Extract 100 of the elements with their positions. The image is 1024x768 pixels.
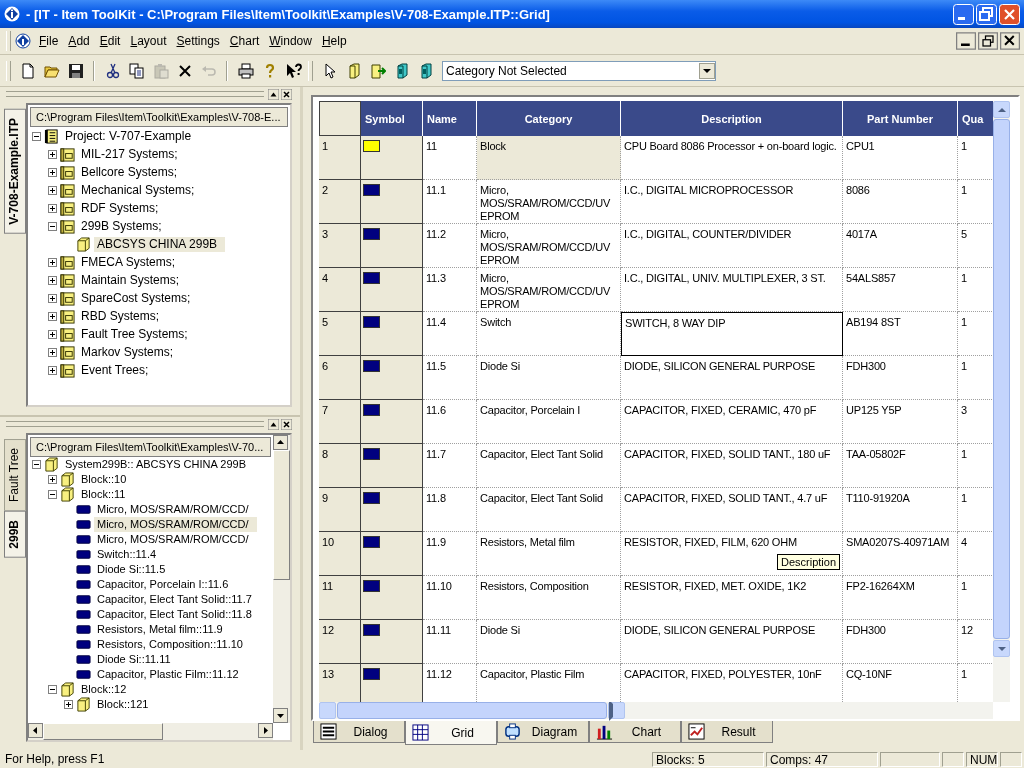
expand-icon[interactable] bbox=[48, 347, 57, 357]
tree-item[interactable]: Micro, MOS/SRAM/ROM/CCD/ bbox=[94, 517, 257, 532]
tree-item[interactable]: Diode Si::11.5 bbox=[94, 562, 169, 577]
view-tab[interactable]: Chart bbox=[589, 721, 681, 743]
tree-item[interactable]: Switch::11.4 bbox=[94, 547, 160, 562]
menu-item[interactable]: Help bbox=[316, 32, 352, 50]
tree-item[interactable]: Micro, MOS/SRAM/ROM/CCD/ bbox=[94, 532, 252, 547]
table-cell: UP125 Y5P bbox=[843, 400, 958, 444]
tree-item[interactable]: Bellcore Systems; bbox=[78, 164, 181, 180]
tree-item[interactable]: Resistors, Composition::11.10 bbox=[94, 637, 246, 652]
status-panel bbox=[942, 751, 964, 767]
menu-item[interactable]: Chart bbox=[224, 32, 265, 50]
tree-item[interactable]: RDF Systems; bbox=[78, 200, 162, 216]
side-tab[interactable]: Fault Tree bbox=[4, 439, 26, 512]
path-header[interactable]: C:\Program Files\Item\Toolkit\Examples\V-708-E... bbox=[30, 107, 288, 127]
horizontal-scrollbar[interactable] bbox=[28, 723, 273, 740]
horizontal-scrollbar[interactable] bbox=[319, 702, 993, 719]
table-cell: T110-91920A bbox=[843, 488, 958, 532]
expand-icon[interactable] bbox=[48, 311, 57, 321]
menu-item[interactable]: Settings bbox=[171, 32, 225, 50]
table-cell: Capacitor, Elect Tant Solid bbox=[477, 444, 621, 488]
expand-icon[interactable] bbox=[48, 275, 57, 285]
expand-icon[interactable] bbox=[64, 700, 73, 709]
tree-item[interactable]: MIL-217 Systems; bbox=[78, 146, 181, 162]
tree-item[interactable]: 299B Systems; bbox=[78, 218, 165, 234]
tree-item[interactable]: Capacitor, Porcelain I::11.6 bbox=[94, 577, 232, 592]
close-icon[interactable] bbox=[281, 88, 292, 100]
column-header: Part Number bbox=[843, 101, 958, 136]
expand-icon[interactable] bbox=[48, 203, 57, 213]
menu-item[interactable]: Edit bbox=[94, 32, 126, 50]
table-cell: Block bbox=[477, 136, 621, 180]
side-tab[interactable]: V-708-Example.ITP bbox=[4, 109, 26, 234]
close-icon[interactable] bbox=[1000, 32, 1020, 50]
expand-icon[interactable] bbox=[48, 293, 57, 303]
menu-item[interactable]: Layout bbox=[125, 32, 172, 50]
tree-item[interactable]: Fault Tree Systems; bbox=[78, 326, 191, 342]
tree-item[interactable]: Capacitor, Elect Tant Solid::11.7 bbox=[94, 592, 255, 607]
notebook-icon bbox=[44, 128, 59, 144]
path-header[interactable]: C:\Program Files\Item\Toolkit\Examples\V-70... bbox=[30, 437, 271, 457]
scroll-thumb[interactable] bbox=[337, 702, 607, 719]
minimize-icon[interactable] bbox=[956, 32, 976, 50]
expand-icon[interactable] bbox=[48, 185, 57, 195]
category-dropdown[interactable]: Category Not Selected bbox=[442, 60, 716, 81]
table-cell: CPU Board 8086 Processor + on-board logic. bbox=[621, 136, 843, 180]
tree-item[interactable]: Diode Si::11.11 bbox=[94, 652, 174, 667]
tree-item[interactable]: Block::121 bbox=[94, 697, 152, 712]
drawer-icon bbox=[60, 308, 75, 324]
expand-icon[interactable] bbox=[48, 329, 57, 339]
expand-icon[interactable] bbox=[48, 475, 57, 484]
tree-item[interactable]: Block::10 bbox=[78, 472, 130, 487]
table-cell: I.C., DIGITAL, COUNTER/DIVIDER bbox=[621, 224, 843, 268]
tree-item[interactable]: Block::11 bbox=[78, 487, 129, 502]
view-tab[interactable]: Diagram bbox=[497, 721, 589, 743]
table-cell: 11.1 bbox=[423, 180, 477, 224]
tree-item[interactable]: Micro, MOS/SRAM/ROM/CCD/ bbox=[94, 502, 252, 517]
tree-item[interactable]: Project: V-707-Example bbox=[62, 128, 195, 144]
tree-item[interactable]: Markov Systems; bbox=[78, 344, 176, 360]
table-cell: CAPACITOR, FIXED, CERAMIC, 470 pF bbox=[621, 400, 843, 444]
context-help-icon bbox=[285, 62, 302, 79]
expand-icon[interactable] bbox=[48, 149, 57, 159]
vertical-scrollbar[interactable] bbox=[273, 435, 290, 723]
tree-item[interactable]: Event Trees; bbox=[78, 362, 152, 378]
table-cell: Capacitor, Porcelain I bbox=[477, 400, 621, 444]
tree-item[interactable]: ABCSYS CHINA 299B bbox=[94, 236, 226, 252]
expand-icon[interactable] bbox=[48, 257, 57, 267]
collapse-icon[interactable] bbox=[32, 460, 41, 469]
result-icon bbox=[688, 723, 705, 740]
collapse-icon[interactable] bbox=[48, 685, 57, 694]
expand-icon[interactable] bbox=[48, 167, 57, 177]
tree-item[interactable]: Maintain Systems; bbox=[78, 272, 183, 288]
side-tab[interactable]: 299B bbox=[4, 511, 26, 558]
tree-item[interactable]: Block::12 bbox=[78, 682, 130, 697]
tree-item[interactable]: Mechanical Systems; bbox=[78, 182, 198, 198]
menu-item[interactable]: Add bbox=[63, 32, 95, 50]
view-tab[interactable]: Grid bbox=[405, 721, 497, 745]
status-panel bbox=[880, 751, 940, 767]
table-cell: TAA-05802F bbox=[843, 444, 958, 488]
tree-item[interactable]: Capacitor, Plastic Film::11.12 bbox=[94, 667, 242, 682]
copy-icon bbox=[128, 62, 145, 79]
menu-item[interactable]: File bbox=[34, 32, 64, 50]
drawer-icon bbox=[60, 146, 75, 162]
tree-item[interactable]: Resistors, Metal film::11.9 bbox=[94, 622, 226, 637]
paste-icon bbox=[152, 62, 169, 79]
tree-item[interactable]: FMECA Systems; bbox=[78, 254, 178, 270]
expand-icon[interactable] bbox=[48, 365, 57, 375]
restore-icon[interactable] bbox=[978, 32, 998, 50]
collapse-icon[interactable] bbox=[48, 221, 57, 231]
up-arrow-icon[interactable] bbox=[268, 418, 279, 430]
tree-item[interactable]: Capacitor, Elect Tant Solid::11.8 bbox=[94, 607, 255, 622]
view-tab[interactable]: Result bbox=[681, 721, 773, 743]
up-arrow-icon[interactable] bbox=[268, 88, 279, 100]
collapse-icon[interactable] bbox=[48, 490, 57, 499]
view-tab[interactable]: Dialog bbox=[313, 721, 405, 743]
menu-item[interactable]: Window bbox=[264, 32, 317, 50]
collapse-icon[interactable] bbox=[32, 131, 41, 141]
grid-icon bbox=[412, 724, 429, 741]
close-icon[interactable] bbox=[281, 418, 292, 430]
tree-item[interactable]: SpareCost Systems; bbox=[78, 290, 194, 306]
tree-item[interactable]: System299B:: ABCSYS CHINA 299B bbox=[62, 457, 249, 472]
tree-item[interactable]: RBD Systems; bbox=[78, 308, 162, 324]
